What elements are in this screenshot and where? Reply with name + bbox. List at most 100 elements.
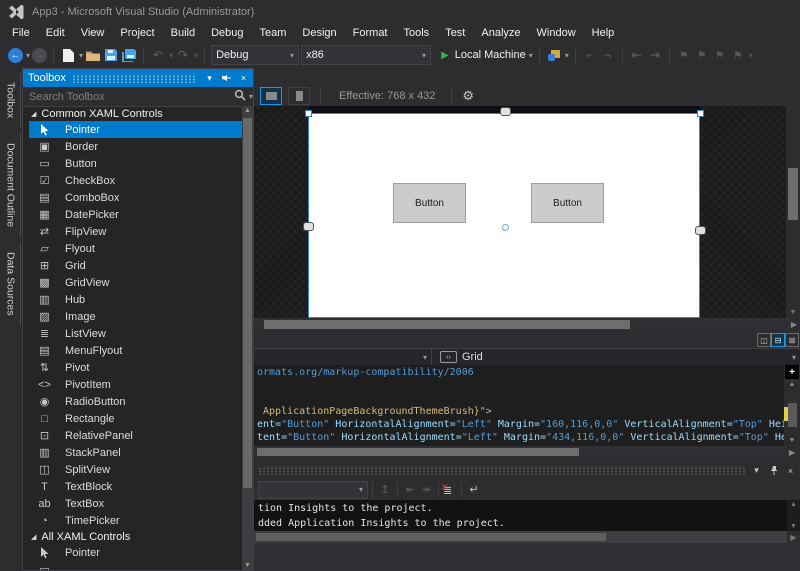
output-vertical-scrollbar[interactable]: ▲ ▼ (787, 500, 800, 531)
toolbox-item-checkbox[interactable]: ☑ CheckBox (29, 172, 242, 189)
toolbox-item-partial[interactable]: ▭ (29, 561, 242, 570)
new-file-icon[interactable] (60, 47, 76, 63)
scroll-right-icon[interactable]: ▶ (787, 531, 800, 543)
designer-code-splitter[interactable]: ◫ ⊟ ⊠ (254, 331, 800, 348)
scrollbar-thumb[interactable] (243, 118, 252, 488)
vertical-split-icon[interactable]: ◫ (757, 333, 771, 347)
toolbox-item-button[interactable]: ▭ Button (29, 155, 242, 172)
design-surface[interactable]: Button Button (254, 106, 786, 318)
close-icon[interactable]: × (236, 71, 251, 85)
toolbox-item-datepicker[interactable]: ▦ DatePicker (29, 206, 242, 223)
code-line[interactable] (257, 392, 784, 405)
menu-test[interactable]: Test (437, 25, 473, 41)
search-options-dropdown-icon[interactable]: ▾ (249, 92, 253, 101)
previous-message-icon[interactable]: ↞ (402, 482, 418, 498)
toolbox-item-relativepanel[interactable]: ⊡ RelativePanel (29, 427, 242, 444)
navigate-back-icon[interactable]: ← (8, 47, 23, 63)
window-position-icon[interactable]: ▾ (749, 464, 764, 478)
save-icon[interactable] (103, 47, 119, 63)
toolbox-item-listview[interactable]: ≣ ListView (29, 325, 242, 342)
scrollbar-thumb[interactable] (256, 533, 606, 541)
toggle-bookmark-icon[interactable]: ⚑ (676, 47, 692, 63)
swap-panes-icon[interactable]: ⊠ (785, 333, 799, 347)
menu-design[interactable]: Design (294, 25, 344, 41)
save-all-icon[interactable] (121, 47, 137, 63)
menu-help[interactable]: Help (584, 25, 623, 41)
breadcrumb-element-label[interactable]: Grid (462, 351, 483, 363)
toolbox-item-timepicker[interactable]: ◔ TimePicker (29, 512, 242, 529)
scroll-down-icon[interactable]: ▼ (787, 523, 800, 530)
next-bookmark-icon[interactable]: ⚑ (712, 47, 728, 63)
toolbox-item-flyout[interactable]: ▱ Flyout (29, 240, 242, 257)
undo-dropdown-icon[interactable]: ▾ (169, 51, 173, 60)
scrollbar-thumb[interactable] (788, 403, 797, 427)
increase-indent-icon[interactable]: ⇥ (647, 47, 663, 63)
toolbox-item-image[interactable]: ▨ Image (29, 308, 242, 325)
breadcrumb-overflow-icon[interactable]: ▾ (792, 353, 796, 362)
solution-platform-dropdown[interactable]: x86 ▾ (301, 45, 432, 65)
toggle-word-wrap-icon[interactable]: ↵ (466, 482, 482, 498)
scroll-down-icon[interactable]: ▼ (786, 309, 800, 316)
menu-debug[interactable]: Debug (203, 25, 251, 41)
start-debugging-icon[interactable]: ▶ (441, 50, 449, 61)
decrease-indent-icon[interactable]: ⇤ (629, 47, 645, 63)
run-target-dropdown-icon[interactable]: ▾ (529, 51, 533, 60)
solution-configuration-dropdown[interactable]: Debug ▾ (211, 45, 300, 65)
scroll-right-icon[interactable]: ▶ (791, 320, 797, 329)
scrollbar-thumb[interactable] (257, 448, 579, 456)
anchor-left[interactable] (303, 222, 314, 231)
scroll-right-icon[interactable]: ▶ (784, 446, 800, 458)
toolbox-item-flipview[interactable]: ⇄ FlipView (29, 223, 242, 240)
menu-format[interactable]: Format (345, 25, 396, 41)
search-icon[interactable] (234, 89, 246, 104)
code-horizontal-scrollbar[interactable] (254, 446, 784, 458)
scroll-up-icon[interactable]: ▲ (784, 381, 800, 388)
toolbox-item-hub[interactable]: ▥ Hub (29, 291, 242, 308)
horizontal-split-icon[interactable]: ⊟ (771, 333, 785, 347)
toolbox-item-grid[interactable]: ⊞ Grid (29, 257, 242, 274)
designer-horizontal-scrollbar[interactable]: ▶ (254, 318, 800, 331)
previous-bookmark-icon[interactable]: ⚑ (694, 47, 710, 63)
menu-view[interactable]: View (73, 25, 113, 41)
auto-hide-pin-icon[interactable] (766, 464, 781, 478)
attach-to-process-icon[interactable] (546, 47, 562, 63)
open-file-icon[interactable] (85, 47, 101, 63)
anchor-right[interactable] (695, 226, 706, 235)
toolbox-item-textbox[interactable]: ab TextBox (29, 495, 242, 512)
navigate-back-dropdown-icon[interactable]: ▾ (26, 51, 30, 60)
scrollbar-thumb[interactable] (788, 168, 798, 220)
code-line[interactable]: tent="Button" HorizontalAlignment="Left"… (257, 431, 784, 444)
toolbox-item-gridview[interactable]: ▩ GridView (29, 274, 242, 291)
comment-out-icon[interactable]: ⌐ (582, 47, 598, 63)
code-line[interactable]: ent="Button" HorizontalAlignment="Left" … (257, 418, 784, 431)
close-icon[interactable]: × (783, 464, 798, 478)
toolbox-title-bar[interactable]: Toolbox ▾ × (23, 69, 253, 87)
toolbox-item-pivot[interactable]: ⇅ Pivot (29, 359, 242, 376)
next-message-icon[interactable]: ↠ (418, 482, 434, 498)
portrait-view-icon[interactable] (288, 87, 310, 105)
toolbar-overflow-icon[interactable]: ▾ (749, 51, 753, 60)
toolbox-item-combobox[interactable]: ▤ ComboBox (29, 189, 242, 206)
toolbox-item-radiobutton[interactable]: ◉ RadioButton (29, 393, 242, 410)
uncomment-icon[interactable]: ¬ (600, 47, 616, 63)
toolbox-item-splitview[interactable]: ◫ SplitView (29, 461, 242, 478)
scroll-up-icon[interactable]: ▲ (242, 107, 253, 114)
designer-settings-gear-icon[interactable]: ⚙ (462, 88, 474, 104)
menu-project[interactable]: Project (112, 25, 162, 41)
sidetab-document-outline[interactable]: Document Outline (1, 133, 21, 238)
toolbox-item-menuflyout[interactable]: ▤ MenuFlyout (29, 342, 242, 359)
toolbar-overflow-icon[interactable]: ▾ (565, 51, 569, 60)
scrollbar-thumb[interactable] (264, 320, 630, 329)
toolbox-section-all-xaml-controls[interactable]: ◢ All XAML Controls (23, 529, 242, 544)
redo-icon[interactable]: ↷ (175, 47, 191, 63)
code-editor-scroll-rail[interactable]: + ▲ ▼ (784, 365, 800, 446)
menu-tools[interactable]: Tools (396, 25, 438, 41)
menu-edit[interactable]: Edit (38, 25, 73, 41)
toolbox-item-rectangle[interactable]: □ Rectangle (29, 410, 242, 427)
find-message-icon[interactable]: ↥ (377, 482, 393, 498)
toolbox-section-common-xaml-controls[interactable]: ◢ Common XAML Controls (23, 106, 242, 121)
output-text-area[interactable]: tion Insights to the project. dded Applic… (254, 500, 787, 531)
anchor-top[interactable] (500, 107, 511, 116)
run-target-label[interactable]: Local Machine (455, 49, 526, 61)
scroll-down-icon[interactable]: ▼ (784, 437, 800, 444)
